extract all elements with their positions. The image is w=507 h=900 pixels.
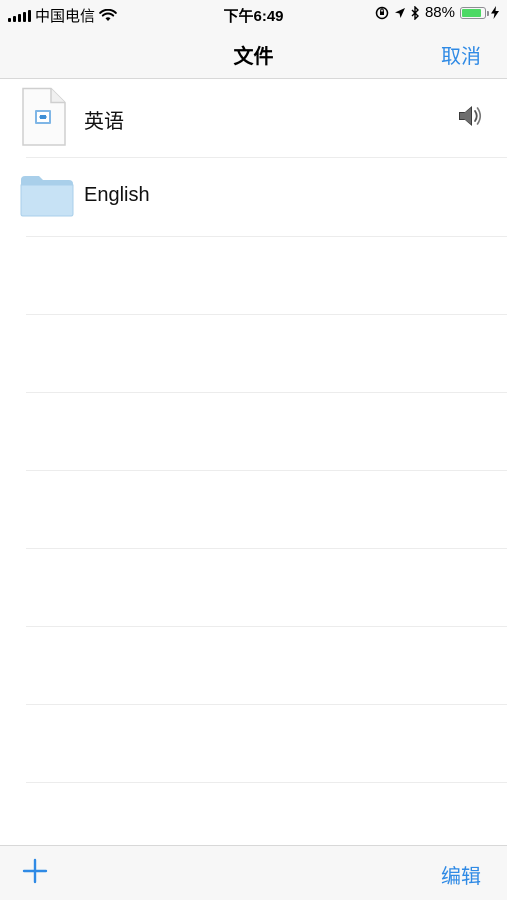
battery-level-fill [462, 8, 482, 17]
empty-row [26, 237, 507, 315]
empty-row [26, 627, 507, 705]
file-browser-screen: 中国电信 下午6:49 88% 文件 取消 英语 English 编辑 [0, 0, 507, 900]
status-right: 88% [375, 4, 499, 21]
file-row-audio[interactable]: 英语 [22, 79, 507, 158]
status-bar: 中国电信 下午6:49 88% [0, 0, 507, 28]
empty-row [26, 315, 507, 393]
bottom-toolbar: 编辑 [0, 845, 507, 900]
empty-row [26, 705, 507, 783]
page-title: 文件 [233, 46, 274, 68]
plus-icon [22, 858, 48, 884]
orientation-lock-icon [375, 6, 389, 19]
document-icon [20, 87, 68, 152]
empty-row [26, 393, 507, 471]
file-name-label: 英语 [84, 111, 124, 133]
empty-row [26, 549, 507, 627]
battery-icon [460, 6, 489, 19]
cancel-button[interactable]: 取消 [441, 40, 481, 69]
edit-button[interactable]: 编辑 [441, 860, 481, 889]
bluetooth-icon [411, 5, 419, 20]
battery-percent: 88% [424, 4, 455, 21]
charging-bolt-icon [491, 6, 499, 19]
file-row-folder[interactable]: English [20, 158, 507, 237]
file-list: 英语 English [0, 79, 507, 783]
folder-name-label: English [84, 184, 150, 206]
folder-icon [19, 174, 75, 223]
location-icon [394, 7, 405, 18]
navigation-bar: 文件 取消 [0, 28, 507, 79]
speaker-icon [457, 103, 483, 134]
empty-row [26, 471, 507, 549]
add-button[interactable] [22, 858, 48, 889]
